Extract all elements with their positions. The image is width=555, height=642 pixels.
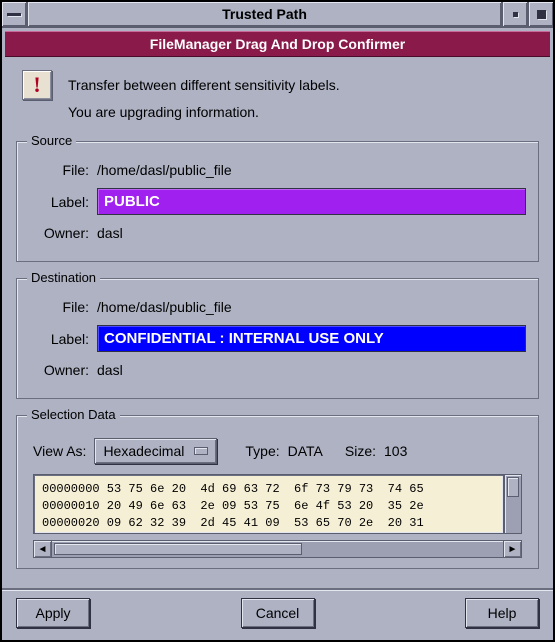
type-label: Type: xyxy=(245,443,279,459)
maximize-button[interactable] xyxy=(527,2,553,26)
size-label: Size: xyxy=(345,443,376,459)
view-as-label: View As: xyxy=(33,443,86,459)
vertical-scrollbar-thumb[interactable] xyxy=(507,477,519,497)
source-file-label: File: xyxy=(29,162,97,178)
horizontal-scrollbar-track[interactable] xyxy=(52,541,503,557)
message-line1: Transfer between different sensitivity l… xyxy=(68,72,340,99)
source-label-label: Label: xyxy=(29,194,97,210)
message-row: ! Transfer between different sensitivity… xyxy=(16,70,539,125)
message-text: Transfer between different sensitivity l… xyxy=(68,70,340,125)
source-owner-label: Owner: xyxy=(29,225,97,241)
window-title: Trusted Path xyxy=(28,2,501,26)
selection-data-group: Selection Data View As: Hexadecimal Type… xyxy=(16,415,539,569)
source-legend: Source xyxy=(27,133,76,148)
destination-group: Destination File: /home/dasl/public_file… xyxy=(16,278,539,399)
destination-label-label: Label: xyxy=(29,331,97,347)
window-menu-button[interactable] xyxy=(2,2,28,26)
help-button[interactable]: Help xyxy=(465,598,539,628)
scroll-right-arrow-icon[interactable]: ► xyxy=(503,541,521,557)
titlebar: Trusted Path xyxy=(2,2,553,28)
scroll-left-arrow-icon[interactable]: ◄ xyxy=(34,541,52,557)
source-group: Source File: /home/dasl/public_file Labe… xyxy=(16,141,539,262)
minimize-button[interactable] xyxy=(501,2,527,26)
cancel-button[interactable]: Cancel xyxy=(241,598,315,628)
type-value: DATA xyxy=(288,443,323,459)
hex-dump-view[interactable]: 00000000 53 75 6e 20 4d 69 63 72 6f 73 7… xyxy=(33,474,504,534)
warning-icon: ! xyxy=(22,70,52,100)
dialog-subtitle: FileManager Drag And Drop Confirmer xyxy=(5,31,550,57)
source-file-value: /home/dasl/public_file xyxy=(97,162,232,178)
vertical-scrollbar[interactable] xyxy=(504,474,522,534)
destination-owner-label: Owner: xyxy=(29,362,97,378)
message-line2: You are upgrading information. xyxy=(68,99,340,126)
selection-legend: Selection Data xyxy=(27,407,120,422)
destination-legend: Destination xyxy=(27,270,100,285)
apply-button[interactable]: Apply xyxy=(16,598,90,628)
button-row: Apply Cancel Help xyxy=(2,598,553,640)
source-owner-value: dasl xyxy=(97,225,123,241)
destination-file-value: /home/dasl/public_file xyxy=(97,299,232,315)
dialog-content: ! Transfer between different sensitivity… xyxy=(2,60,553,580)
destination-file-label: File: xyxy=(29,299,97,315)
view-as-value: Hexadecimal xyxy=(103,443,184,459)
dialog-window: Trusted Path FileManager Drag And Drop C… xyxy=(0,0,555,642)
horizontal-scrollbar-thumb[interactable] xyxy=(54,543,302,555)
size-value: 103 xyxy=(384,443,407,459)
destination-owner-value: dasl xyxy=(97,362,123,378)
horizontal-scrollbar[interactable]: ◄ ► xyxy=(33,540,522,558)
option-menu-indicator-icon xyxy=(194,447,208,455)
destination-label-badge: CONFIDENTIAL : INTERNAL USE ONLY xyxy=(97,325,526,352)
source-label-badge: PUBLIC xyxy=(97,188,526,215)
button-separator xyxy=(2,588,553,590)
view-as-option-menu[interactable]: Hexadecimal xyxy=(94,438,217,464)
